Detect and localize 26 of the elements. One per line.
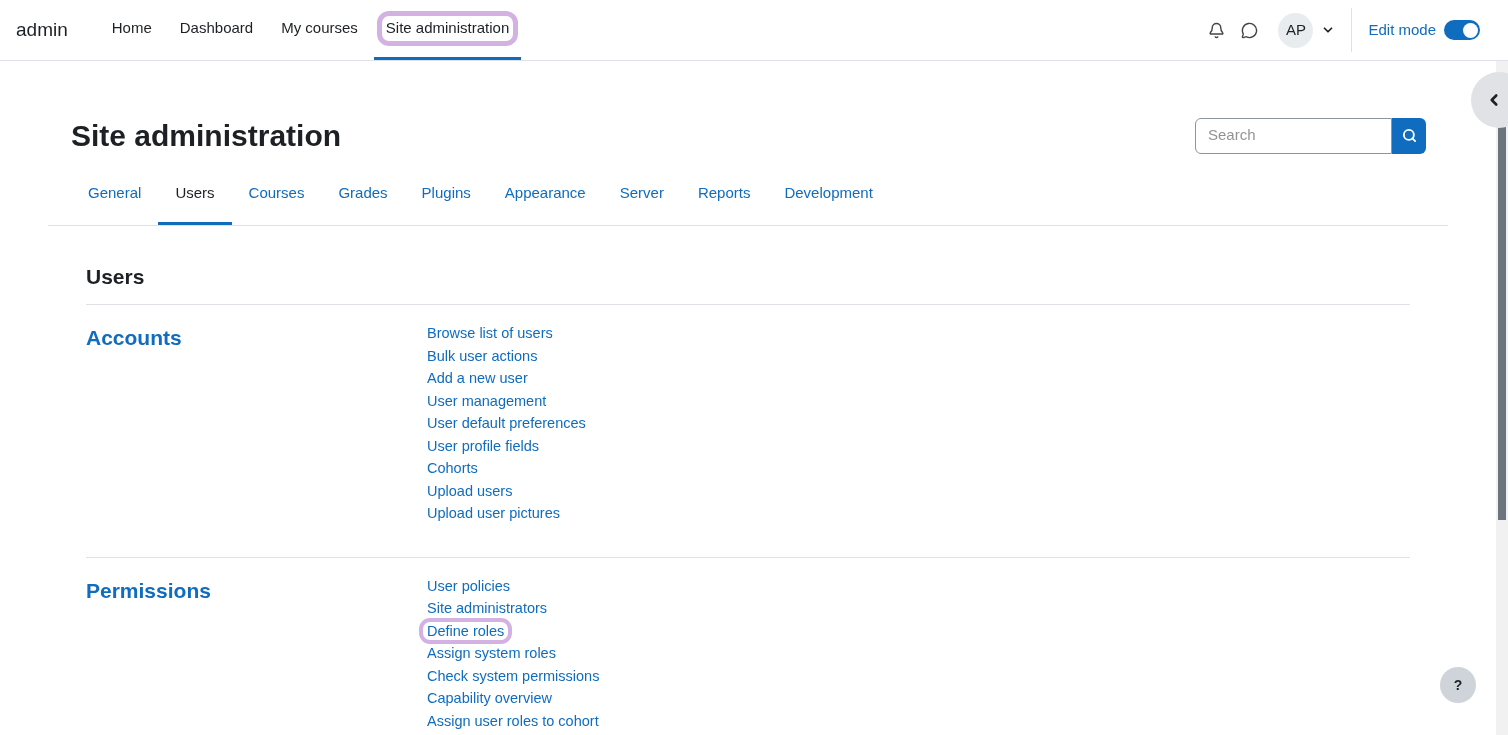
search-field[interactable]: Search bbox=[1195, 117, 1392, 154]
messages-icon[interactable] bbox=[1241, 21, 1259, 39]
user-avatar[interactable]: AP bbox=[1278, 12, 1314, 48]
notifications-icon[interactable] bbox=[1208, 21, 1226, 39]
tab[interactable]: Server bbox=[602, 178, 681, 225]
edit-mode-switch[interactable] bbox=[1444, 20, 1480, 40]
tab[interactable]: Users bbox=[158, 178, 232, 225]
tab[interactable]: Courses bbox=[231, 178, 322, 225]
nav-link[interactable]: My courses bbox=[269, 0, 370, 60]
section-heading: Users bbox=[86, 225, 1410, 305]
nav-link[interactable]: Dashboard bbox=[167, 0, 266, 60]
nav-link[interactable]: Home bbox=[99, 0, 164, 60]
tab[interactable]: Plugins bbox=[404, 178, 488, 225]
tab[interactable]: General bbox=[71, 178, 159, 225]
scrollbar[interactable] bbox=[1496, 61, 1508, 735]
page-title: Site administration bbox=[71, 118, 342, 154]
admin-link[interactable]: Define roles bbox=[421, 619, 511, 642]
help-button[interactable]: ? bbox=[1440, 667, 1476, 703]
site-brand[interactable]: admin bbox=[16, 15, 68, 45]
search-button[interactable] bbox=[1392, 117, 1426, 154]
tab[interactable]: Reports bbox=[680, 178, 768, 225]
tab[interactable]: Grades bbox=[321, 178, 405, 225]
edit-mode-label[interactable]: Edit mode bbox=[1368, 18, 1436, 42]
search-icon bbox=[1401, 128, 1417, 143]
tab[interactable]: Appearance bbox=[487, 178, 603, 225]
tab[interactable]: Development bbox=[767, 178, 890, 225]
